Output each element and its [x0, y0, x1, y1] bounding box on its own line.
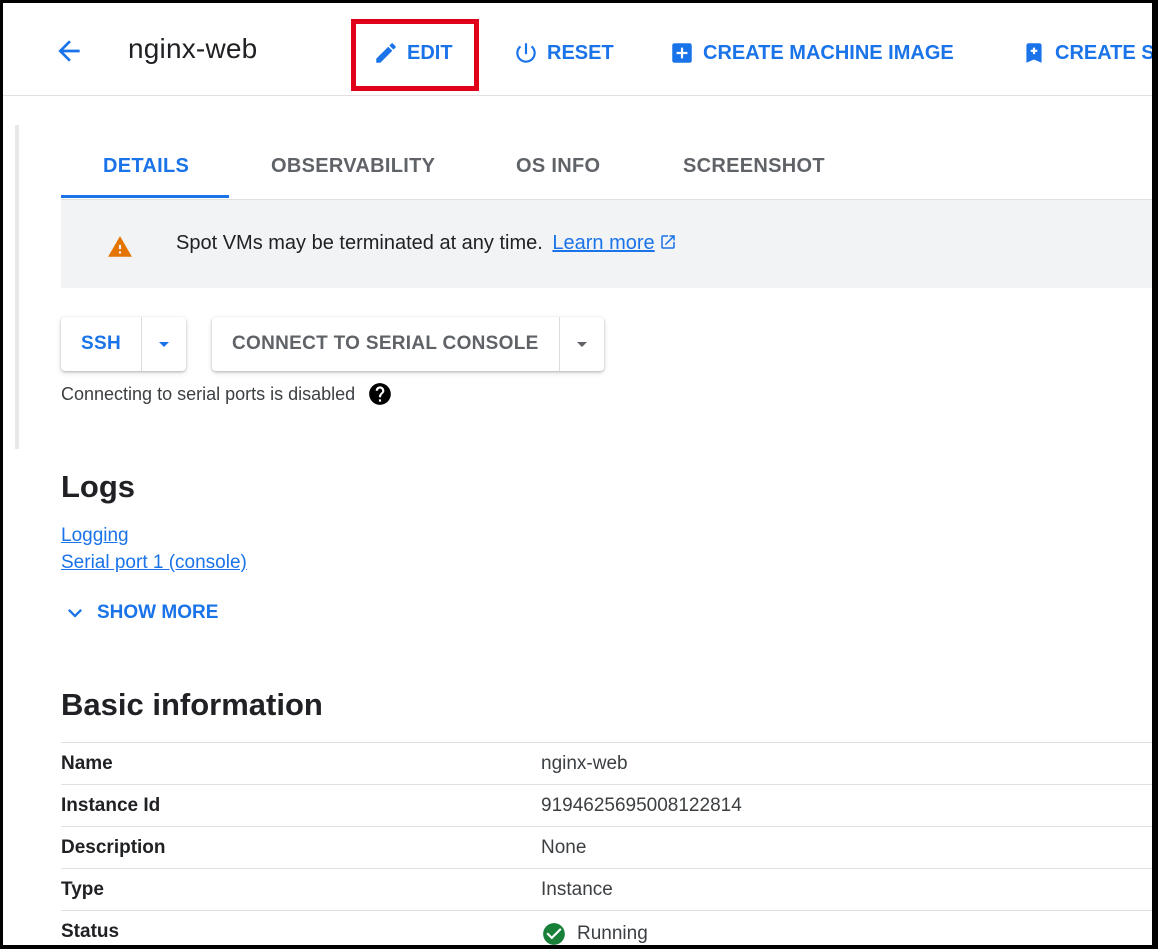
create-machine-image-label: CREATE MACHINE IMAGE — [703, 41, 954, 64]
create-snapshot-label: CREATE S — [1055, 41, 1155, 64]
left-divider — [15, 125, 19, 449]
serial-port-1-link[interactable]: Serial port 1 (console) — [61, 552, 247, 574]
caret-down-icon — [158, 342, 169, 347]
serial-ports-note-text: Connecting to serial ports is disabled — [61, 383, 356, 404]
row-key: Instance Id — [61, 795, 161, 816]
row-value: 9194625695008122814 — [541, 795, 742, 817]
table-row: Name nginx-web — [61, 742, 1152, 784]
bookmark-add-icon — [1026, 43, 1042, 63]
row-value: nginx-web — [541, 753, 628, 775]
warning-icon — [108, 236, 132, 257]
caret-down-icon — [576, 342, 587, 347]
ssh-dropdown[interactable] — [140, 317, 186, 371]
row-value: None — [541, 837, 586, 859]
row-key: Status — [61, 921, 120, 942]
show-more-button[interactable]: SHOW MORE — [61, 599, 218, 627]
external-link-icon[interactable] — [659, 233, 677, 251]
show-more-label: SHOW MORE — [97, 602, 219, 623]
basic-information-heading: Basic information — [61, 687, 323, 722]
row-key: Name — [61, 753, 113, 774]
check-circle-icon — [543, 923, 565, 945]
tab-details[interactable]: DETAILS — [103, 155, 189, 178]
logging-link[interactable]: Logging — [61, 525, 129, 547]
console-frame: nginx-web EDIT RESET CREATE MACHINE IMAG… — [0, 0, 1158, 949]
tab-observability[interactable]: OBSERVABILITY — [271, 155, 435, 178]
page-title: nginx-web — [128, 33, 258, 64]
tab-bar: DETAILS OBSERVABILITY OS INFO SCREENSHOT — [61, 143, 1152, 200]
table-row: Instance Id 9194625695008122814 — [61, 784, 1152, 826]
create-snapshot-button[interactable]: CREATE S — [1021, 33, 1155, 73]
table-row: Type Instance — [61, 868, 1152, 910]
instance-id-value: 9194625695008122814 — [541, 795, 742, 816]
chevron-down-icon — [68, 609, 82, 618]
name-value: nginx-web — [541, 753, 628, 774]
status-value: Running — [577, 923, 648, 944]
banner-text: Spot VMs may be terminated at any time. — [176, 232, 543, 254]
row-key: Type — [61, 879, 104, 900]
back-arrow-icon[interactable] — [53, 35, 85, 67]
page-header: nginx-web EDIT RESET CREATE MACHINE IMAG… — [3, 3, 1152, 96]
banner-message: Spot VMs may be terminated at any time. … — [176, 232, 677, 255]
active-tab-indicator — [61, 195, 229, 198]
create-machine-image-button[interactable]: CREATE MACHINE IMAGE — [669, 33, 954, 73]
reset-button[interactable]: RESET — [513, 33, 614, 73]
ssh-split-button: SSH — [61, 317, 186, 371]
table-row: Description None — [61, 826, 1152, 868]
learn-more-link[interactable]: Learn more — [552, 232, 654, 254]
row-value: Instance — [541, 879, 613, 901]
add-box-icon — [672, 43, 692, 63]
row-key: Description — [61, 837, 166, 858]
spot-vm-banner: Spot VMs may be terminated at any time. … — [61, 200, 1152, 288]
help-icon[interactable] — [367, 381, 393, 407]
power-icon — [516, 43, 536, 63]
type-value: Instance — [541, 879, 613, 900]
basic-information-table: Name nginx-web Instance Id 9194625695008… — [61, 742, 1152, 945]
reset-button-label: RESET — [547, 41, 614, 64]
table-row: Status Running — [61, 910, 1152, 945]
tab-os-info[interactable]: OS INFO — [516, 155, 600, 178]
description-value: None — [541, 837, 587, 858]
ssh-button[interactable]: SSH — [61, 317, 141, 371]
serial-console-dropdown[interactable] — [558, 317, 604, 371]
edit-highlight-box — [351, 19, 479, 91]
row-value: Running — [541, 921, 648, 945]
serial-ports-note: Connecting to serial ports is disabled — [61, 381, 393, 407]
tab-screenshot[interactable]: SCREENSHOT — [683, 155, 825, 178]
logs-heading: Logs — [61, 469, 136, 504]
serial-console-split-button: CONNECT TO SERIAL CONSOLE — [212, 317, 604, 371]
connect-serial-console-button[interactable]: CONNECT TO SERIAL CONSOLE — [212, 317, 559, 371]
